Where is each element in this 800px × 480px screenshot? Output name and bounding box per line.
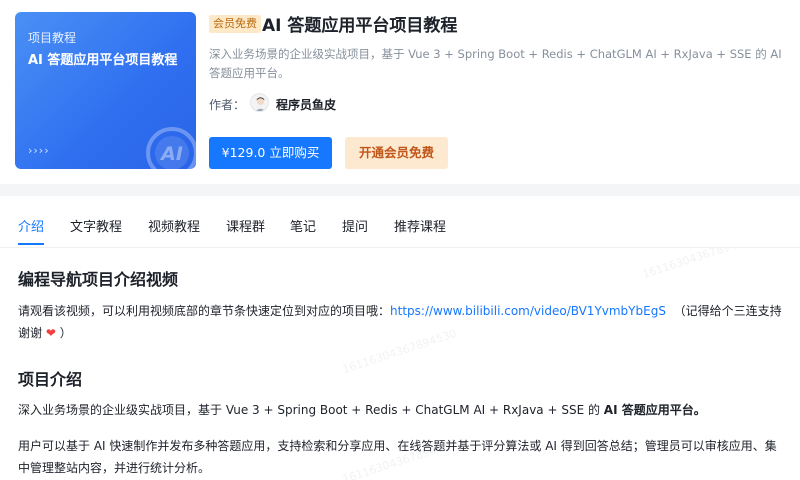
active-tab-indicator [18, 243, 44, 245]
course-cover[interactable]: 项目教程 AI 答题应用平台项目教程 ›››› AI [15, 12, 196, 169]
intro-paragraph-2: 用户可以基于 AI 快速制作并发布多种答题应用，支持检索和分享应用、在线答题并基… [18, 439, 777, 475]
cover-arrows: ›››› [28, 144, 50, 157]
ai-logo-icon: AI [146, 127, 196, 169]
tab-video-tutorial[interactable]: 视频教程 [148, 216, 200, 235]
video-paragraph-text: 请观看该视频，可以利用视频底部的章节条快速定位到对应的项目哦： [18, 304, 391, 318]
tab-intro[interactable]: 介绍 [18, 216, 44, 235]
heart-icon: ❤ [45, 326, 56, 340]
intro-platform-name: AI 答题应用平台。 [603, 403, 706, 417]
vip-free-badge: 会员免费 [209, 15, 261, 33]
section-divider [0, 184, 800, 196]
cover-big-title: AI 答题应用平台项目教程 [28, 53, 178, 68]
video-paragraph: 请观看该视频，可以利用视频底部的章节条快速定位到对应的项目哦：https://w… [18, 300, 788, 344]
course-title: AI 答题应用平台项目教程 [262, 16, 458, 36]
svg-text:AI: AI [159, 143, 183, 165]
intro-paragraph-1: 深入业务场景的企业级实战项目，基于 Vue 3 + Spring Boot + … [18, 399, 788, 421]
tab-course-group[interactable]: 课程群 [226, 216, 265, 235]
cover-small-title: 项目教程 [28, 31, 77, 45]
course-header: 项目教程 AI 答题应用平台项目教程 ›››› AI 会员免费 AI 答题应用平… [0, 0, 800, 184]
tab-recommended[interactable]: 推荐课程 [394, 216, 446, 235]
section-heading-video: 编程导航项目介绍视频 [18, 270, 179, 289]
intro-text: 深入业务场景的企业级实战项目，基于 Vue 3 + Spring Boot + … [18, 403, 604, 417]
avatar-icon [255, 97, 266, 111]
course-description: 深入业务场景的企业级实战项目，基于 Vue 3 + Spring Boot + … [209, 47, 782, 80]
tab-text-tutorial[interactable]: 文字教程 [70, 216, 122, 235]
author-avatar[interactable] [250, 93, 269, 112]
support-text-end: ） [59, 326, 72, 340]
tab-notes[interactable]: 笔记 [290, 216, 316, 235]
section-heading-intro: 项目介绍 [18, 370, 83, 389]
course-tabs: 介绍 文字教程 视频教程 课程群 笔记 提问 推荐课程 [0, 196, 800, 248]
bilibili-video-link[interactable]: https://www.bilibili.com/video/BV1YvmbYb… [390, 304, 666, 318]
tab-questions[interactable]: 提问 [342, 216, 368, 235]
author-label: 作者： [209, 98, 246, 112]
buy-button[interactable]: ¥129.0 立即购买 [209, 137, 332, 169]
author-name[interactable]: 程序员鱼皮 [276, 96, 336, 113]
open-vip-button[interactable]: 开通会员免费 [345, 137, 448, 169]
